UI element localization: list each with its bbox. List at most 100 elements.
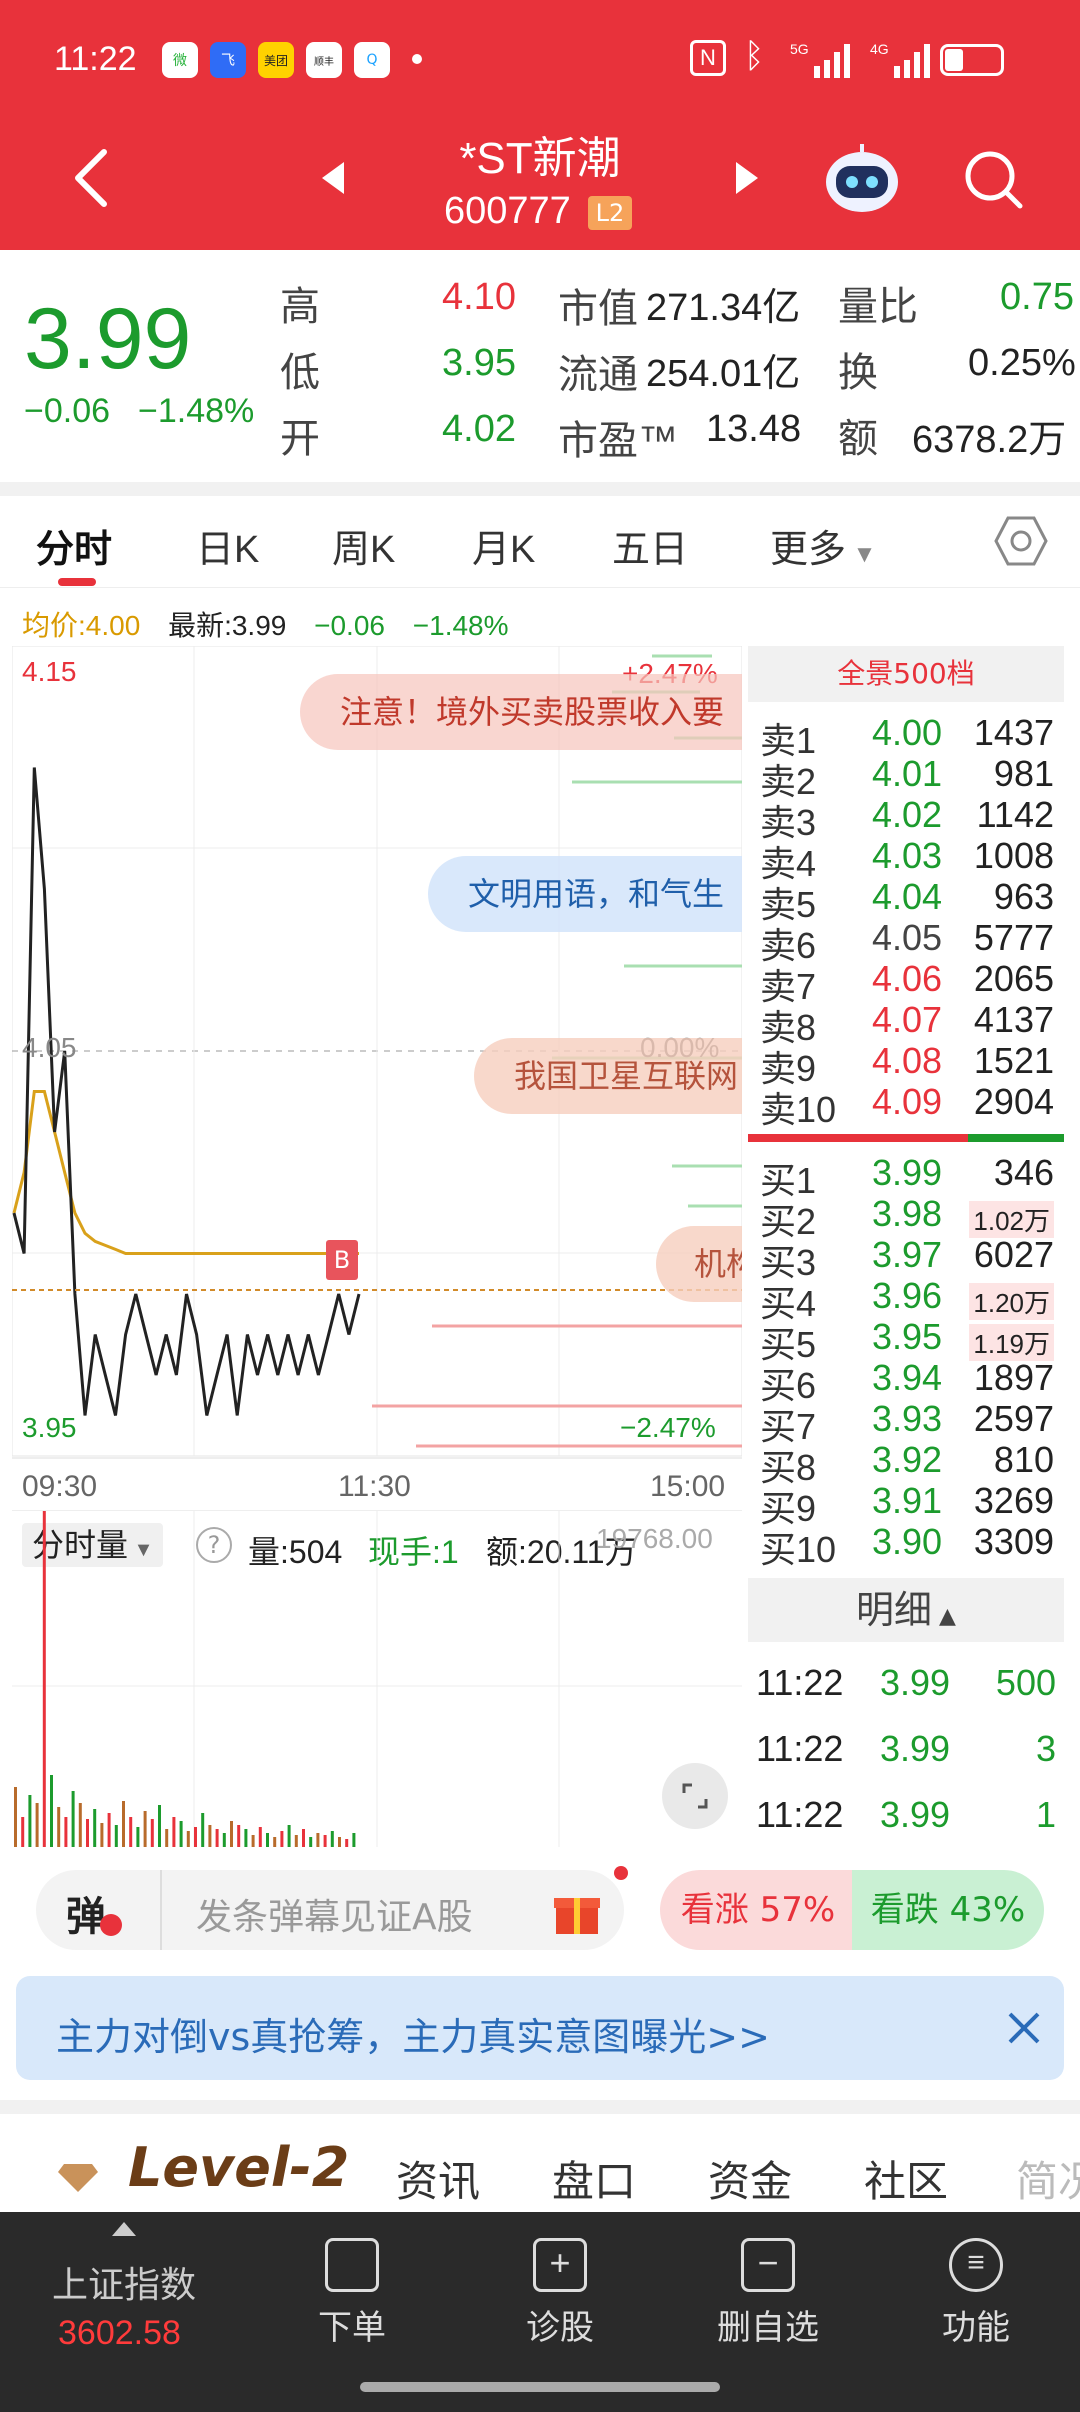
gift-icon[interactable] xyxy=(552,1886,602,1936)
bid-row[interactable]: 买4 3.96 1.20万 xyxy=(748,1275,1064,1324)
subtab-handicap[interactable]: 盘口 xyxy=(552,2148,636,2209)
bid-price: 3.94 xyxy=(872,1357,943,1398)
ask-row[interactable]: 卖1 4.00 1437 xyxy=(748,712,1064,761)
volume-bar xyxy=(244,1829,248,1847)
trade-qty: 1 xyxy=(1035,1794,1056,1835)
stock-code: 600777 xyxy=(444,190,571,232)
bid-row[interactable]: 买8 3.92 810 xyxy=(748,1439,1064,1488)
back-icon[interactable] xyxy=(70,148,110,208)
trade-price: 3.99 xyxy=(880,1794,951,1835)
bid-row[interactable]: 买1 3.99 346 xyxy=(748,1152,1064,1201)
volume-bar xyxy=(122,1801,125,1847)
danmu-input-bar[interactable]: 弹 发条弹幕见证A股 xyxy=(36,1866,628,1950)
y-label-top: 4.15 xyxy=(22,656,77,687)
ask-row[interactable]: 卖5 4.04 963 xyxy=(748,876,1064,925)
close-icon[interactable] xyxy=(1006,2010,1042,2046)
order-book-title[interactable]: 全景500档 xyxy=(748,646,1064,702)
nav-order[interactable]: 下单 xyxy=(282,2238,422,2349)
ask-row[interactable]: 卖4 4.03 1008 xyxy=(748,835,1064,884)
ask-qty: 1008 xyxy=(973,835,1054,876)
volume-bar xyxy=(222,1833,226,1847)
info-change-pct: −1.48% xyxy=(412,610,509,641)
level2-tab[interactable]: Level-2 xyxy=(128,2136,349,2199)
volume-bar xyxy=(100,1823,104,1847)
chevron-up-icon: ▲ xyxy=(932,1604,956,1629)
search-icon[interactable] xyxy=(962,148,1026,212)
ask-qty: 1142 xyxy=(976,794,1054,835)
ask-row[interactable]: 卖6 4.05 5777 xyxy=(748,917,1064,966)
pe-value: 13.48 xyxy=(706,408,802,450)
fullscreen-icon[interactable] xyxy=(662,1763,728,1829)
bid-row[interactable]: 买2 3.98 1.02万 xyxy=(748,1193,1064,1242)
bid-row[interactable]: 买6 3.94 1897 xyxy=(748,1357,1064,1406)
feishu-icon: 飞 xyxy=(210,42,246,78)
divider xyxy=(0,2100,1080,2114)
subtab-profile[interactable]: 简况 xyxy=(1016,2148,1080,2209)
diamond-icon xyxy=(56,2152,100,2196)
buy-marker[interactable]: B xyxy=(326,1240,358,1280)
volume-bar xyxy=(352,1833,356,1847)
promo-banner[interactable]: 主力对倒vs真抢筹，主力真实意图曝光>> xyxy=(16,1976,1064,2080)
bid-row[interactable]: 买5 3.95 1.19万 xyxy=(748,1316,1064,1365)
trade-price: 3.99 xyxy=(880,1662,951,1703)
volume-bar xyxy=(35,1803,39,1847)
ask-bid-ratio-green xyxy=(968,1134,1064,1142)
bid-qty: 3309 xyxy=(973,1521,1054,1562)
danmu-tag[interactable]: 弹 xyxy=(66,1884,106,1942)
ask-row[interactable]: 卖2 4.01 981 xyxy=(748,753,1064,802)
tab-daily-k[interactable]: 日K xyxy=(196,518,259,573)
danmaku-3: 我国卫星互联网 xyxy=(474,1038,742,1114)
expand-up-icon[interactable] xyxy=(112,2222,136,2236)
tab-intraday[interactable]: 分时 xyxy=(36,518,112,573)
detail-header[interactable]: 明细 ▲ xyxy=(748,1578,1064,1642)
subtab-news[interactable]: 资讯 xyxy=(396,2148,480,2209)
bearish-button[interactable]: 看跌 43% xyxy=(852,1870,1044,1950)
tab-weekly-k[interactable]: 周K xyxy=(332,518,395,573)
bid-row[interactable]: 买9 3.91 3269 xyxy=(748,1480,1064,1529)
x-label-close: 15:00 xyxy=(650,1470,726,1503)
ask-row[interactable]: 卖10 4.09 2904 xyxy=(748,1081,1064,1130)
bid-row[interactable]: 买7 3.93 2597 xyxy=(748,1398,1064,1447)
tab-monthly-k[interactable]: 月K xyxy=(472,518,535,573)
volume-ratio-value: 0.75 xyxy=(1000,276,1074,318)
high-value: 4.10 xyxy=(442,276,516,318)
index-name[interactable]: 上证指数 xyxy=(52,2256,196,2308)
volume-bar xyxy=(237,1825,241,1847)
nav-diagnose[interactable]: + 诊股 xyxy=(490,2238,630,2349)
volume-bar xyxy=(93,1809,97,1847)
next-stock-icon[interactable] xyxy=(732,160,762,196)
mcap-label: 市值 xyxy=(558,287,638,331)
subtab-community[interactable]: 社区 xyxy=(864,2148,948,2209)
ask-row[interactable]: 卖8 4.07 4137 xyxy=(748,999,1064,1048)
trade-detail-row: 11:22 3.99 500 xyxy=(748,1652,1064,1712)
volume-bar xyxy=(14,1787,17,1847)
robot-assistant-icon[interactable] xyxy=(820,140,904,218)
intraday-chart[interactable]: 4.15 4.05 3.95 +2.47% 0.00% −2.47% B 注意！… xyxy=(11,645,743,1503)
volume-bar xyxy=(158,1805,161,1847)
ask-row[interactable]: 卖7 4.06 2065 xyxy=(748,958,1064,1007)
nav-functions[interactable]: ≡ 功能 xyxy=(906,2238,1046,2349)
subtab-funds[interactable]: 资金 xyxy=(708,2148,792,2209)
nav-remove-watchlist[interactable]: − 删自选 xyxy=(698,2238,838,2349)
bid-row[interactable]: 买10 3.90 3309 xyxy=(748,1521,1064,1570)
volume-bar xyxy=(107,1813,111,1847)
bid-qty: 810 xyxy=(993,1439,1054,1480)
settings-icon[interactable] xyxy=(994,514,1048,568)
minus-icon: − xyxy=(741,2238,795,2292)
ask-qty: 4137 xyxy=(973,999,1054,1040)
x-label-noon: 11:30 xyxy=(338,1470,411,1503)
ask-row[interactable]: 卖3 4.02 1142 xyxy=(748,794,1064,843)
volume-bar xyxy=(78,1803,82,1847)
bid-row[interactable]: 买3 3.97 6027 xyxy=(748,1234,1064,1283)
volume-bar xyxy=(165,1829,169,1847)
trade-qty: 500 xyxy=(995,1662,1056,1703)
tab-five-day[interactable]: 五日 xyxy=(612,518,688,573)
bid-price: 3.93 xyxy=(872,1398,943,1439)
bullish-button[interactable]: 看涨 57% xyxy=(660,1870,856,1950)
bid-price: 3.91 xyxy=(872,1480,943,1521)
nav-remove-label: 删自选 xyxy=(717,2309,819,2347)
tab-more[interactable]: 更多 ▼ xyxy=(770,518,876,573)
bid-qty: 1.02万 xyxy=(969,1201,1054,1238)
tab-indicator xyxy=(58,578,96,586)
ask-row[interactable]: 卖9 4.08 1521 xyxy=(748,1040,1064,1089)
